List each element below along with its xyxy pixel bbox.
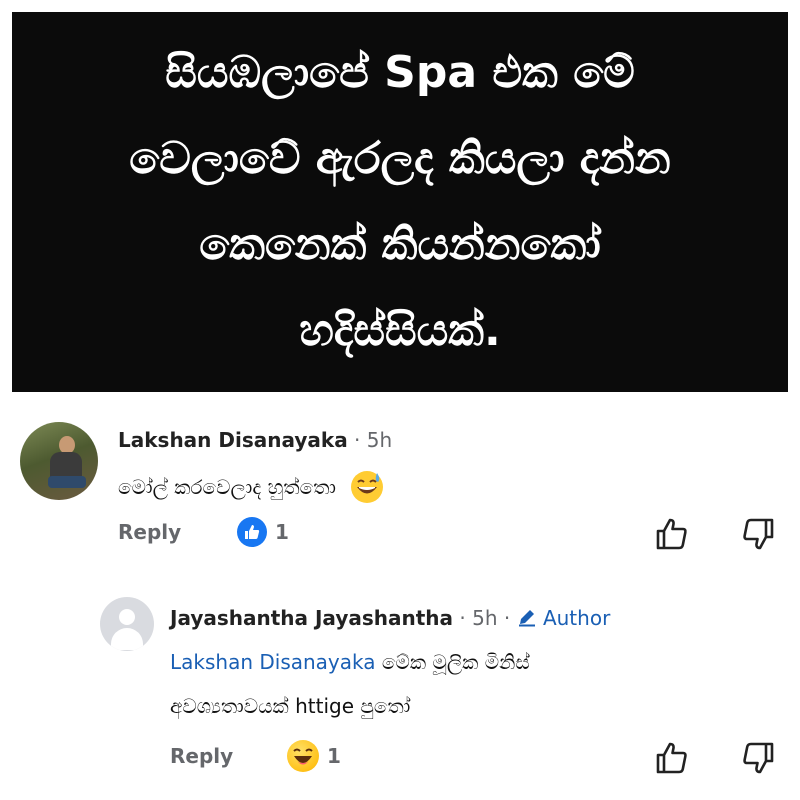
comment-body-line-1: මේක මූලික මිනිස් — [381, 650, 530, 674]
reply-button[interactable]: Reply — [170, 744, 233, 768]
comment-header: Jayashantha Jayashantha · 5h · Author — [170, 606, 610, 630]
author-name[interactable]: Lakshan Disanayaka — [118, 428, 348, 452]
separator: · — [459, 606, 466, 630]
author-badge: Author — [517, 606, 611, 630]
thumbs-down-icon[interactable] — [740, 740, 776, 776]
separator: · — [503, 606, 511, 630]
timestamp[interactable]: 5h — [472, 606, 497, 630]
author-name[interactable]: Jayashantha Jayashantha — [170, 606, 453, 630]
comment-text-line-1: Lakshan Disanayaka මේක මූලික මිනිස් — [170, 650, 530, 674]
reaction-count: 1 — [275, 520, 289, 544]
avatar-shoulders — [111, 628, 143, 650]
author-badge-label: Author — [542, 606, 611, 630]
post-banner: සියඹලාපේ Spa එක මේ වෙලාවේ ඇරලද කියලා දන්… — [12, 12, 788, 392]
sweat-smile-emoji-icon — [350, 470, 384, 509]
banner-line-3: කෙනෙක් කියන්නකෝ — [199, 219, 601, 270]
comment-text-line-2: අවශ්‍යතාවයක් httige පුතෝ — [170, 694, 410, 718]
banner-line-1: සියඹලාපේ Spa එක මේ — [165, 47, 635, 98]
reply-button[interactable]: Reply — [118, 520, 181, 544]
mention-link[interactable]: Lakshan Disanayaka — [170, 650, 376, 674]
comment-body: මෝල් කරවෙලාද හුත්තො — [118, 475, 337, 499]
avatar-person-legs — [48, 476, 86, 488]
avatar[interactable] — [20, 422, 98, 500]
comment-header: Lakshan Disanayaka · 5h — [118, 428, 392, 452]
reaction-count: 1 — [327, 744, 341, 768]
avatar-head — [119, 609, 135, 625]
reaction-summary[interactable]: 1 — [237, 517, 289, 547]
thumbs-down-icon[interactable] — [740, 516, 776, 552]
separator: · — [354, 428, 361, 452]
thumbs-up-icon[interactable] — [654, 516, 690, 552]
comment-body-line-2: අවශ්‍යතාවයක් httige පුතෝ — [170, 694, 411, 718]
timestamp[interactable]: 5h — [367, 428, 392, 452]
banner-line-4: හදිස්සියක්. — [299, 305, 501, 356]
comment-text: මෝල් කරවෙලාද හුත්තො — [118, 470, 384, 509]
pencil-icon — [518, 610, 535, 627]
haha-emoji-icon — [287, 740, 319, 772]
like-icon — [237, 517, 267, 547]
banner-line-2: වෙලාවේ ඇරලද කියලා දන්න — [129, 133, 671, 184]
avatar-default[interactable] — [100, 597, 154, 651]
thumbs-up-icon[interactable] — [654, 740, 690, 776]
reaction-summary[interactable]: 1 — [287, 740, 341, 772]
